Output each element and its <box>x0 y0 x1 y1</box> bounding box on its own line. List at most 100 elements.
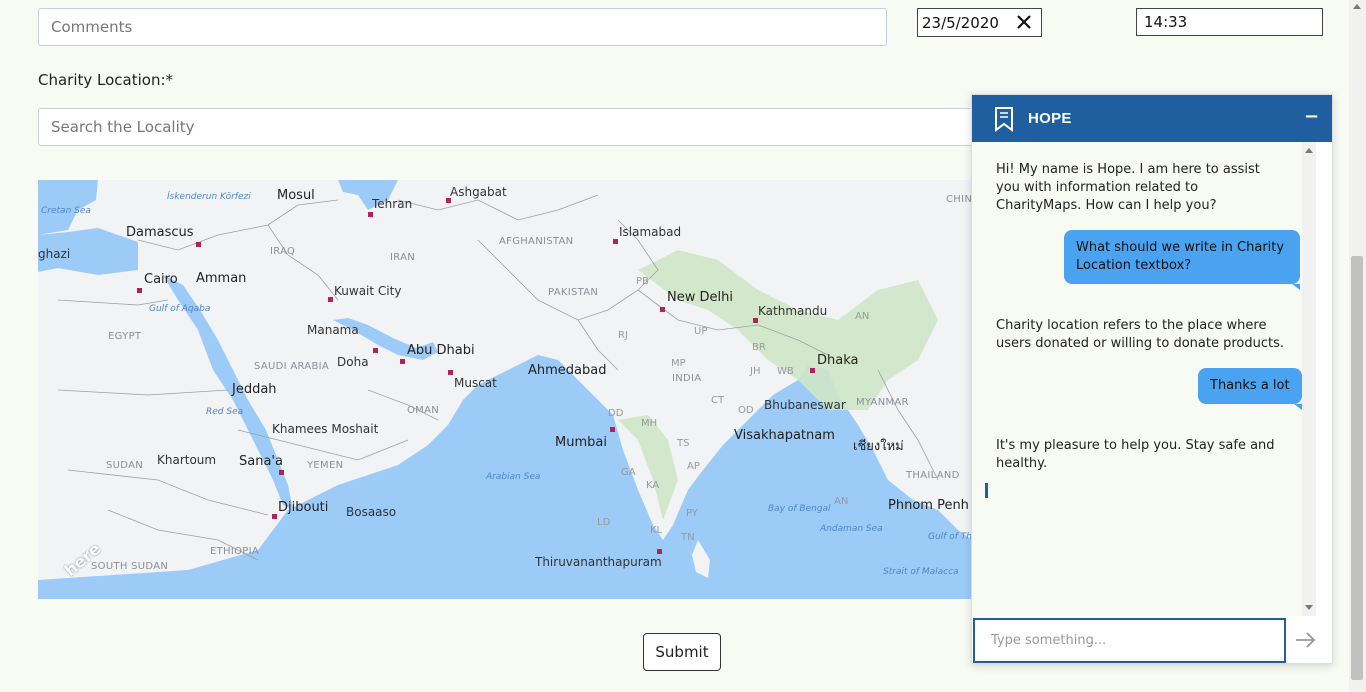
map-city-label: Tehran <box>372 197 413 211</box>
map-country-label: PAKISTAN <box>548 287 599 298</box>
map-city-label: Djibouti <box>278 500 329 515</box>
chat-scroll-down-icon[interactable] <box>1305 605 1313 610</box>
map-city-label: Amman <box>196 271 247 286</box>
map-state-label: DD <box>608 408 624 419</box>
charity-location-label: Charity Location:* <box>38 71 174 89</box>
city-marker <box>279 470 284 475</box>
map-state-label: RJ <box>618 330 628 341</box>
submit-button[interactable]: Submit <box>643 633 721 671</box>
map-sea-label: Andaman Sea <box>820 524 883 534</box>
map-sea-label: Arabian Sea <box>486 472 541 482</box>
map-city-label: Manama <box>307 323 359 337</box>
map-city-label: Phnom Penh <box>888 498 969 513</box>
map-state-label: AN <box>834 496 849 507</box>
chat-message-input[interactable] <box>973 618 1286 663</box>
map-country-label: AFGHANISTAN <box>499 236 574 247</box>
map-sea-label: Cretan Sea <box>41 206 91 216</box>
map-state-label: MH <box>641 418 658 429</box>
bot-message: Charity location refers to the place whe… <box>996 318 1285 351</box>
map-city-label: Ahmedabad <box>528 363 607 378</box>
city-marker <box>373 348 378 353</box>
page-scrollbar[interactable] <box>1349 0 1366 692</box>
bot-message: Hi! My name is Hope. I am here to assist… <box>996 162 1260 213</box>
map-city-label: ghazi <box>38 247 71 261</box>
map-sea-label: Bay of Bengal <box>768 504 831 514</box>
map-country-label: CHIN <box>946 194 972 205</box>
map-view[interactable]: CHIN Cretan Sea İskenderun Körfezi Mosul… <box>38 180 972 599</box>
map-state-label: KL <box>650 525 663 536</box>
map-country-label: THAILAND <box>906 470 960 481</box>
map-city-label: Mosul <box>277 188 315 203</box>
map-country-label: OMAN <box>407 405 440 416</box>
map-city-label: Abu Dhabi <box>407 343 475 358</box>
clear-date-icon[interactable] <box>1015 13 1033 31</box>
city-marker <box>613 239 618 244</box>
map-city-label: Kathmandu <box>758 304 828 318</box>
time-field[interactable]: 14:33 <box>1136 8 1323 36</box>
date-field[interactable]: 23/5/2020 <box>917 8 1042 37</box>
map-sea-label: Strait of Malacca <box>883 567 959 577</box>
map-country-label: IRAN <box>390 252 416 263</box>
city-marker <box>753 318 758 323</box>
locality-search-input[interactable] <box>38 108 978 146</box>
map-city-label: Bhubaneswar <box>764 398 846 412</box>
map-state-label: AP <box>687 461 700 472</box>
minimize-icon[interactable]: − <box>1304 108 1319 126</box>
map-state-label: PY <box>686 508 698 519</box>
bot-message: It's my pleasure to help you. Stay safe … <box>996 438 1275 471</box>
date-value: 23/5/2020 <box>922 13 999 32</box>
map-state-label: PB <box>636 276 649 287</box>
map-sea-label: Gulf of Thailand <box>928 532 972 542</box>
map-state-label: JH <box>750 366 761 377</box>
city-marker <box>196 242 201 247</box>
scroll-up-arrow-icon[interactable] <box>1353 4 1361 9</box>
chatbot-widget: HOPE − Hi! My name is Hope. I am here to… <box>971 94 1333 664</box>
user-message: What should we write in Charity Location… <box>1064 230 1300 290</box>
map-state-label: LD <box>597 517 611 528</box>
map-city-label: Doha <box>337 355 369 369</box>
map-city-label: Kuwait City <box>334 284 402 298</box>
map-state-label: CT <box>711 395 725 406</box>
map-sea-label: İskenderun Körfezi <box>167 192 251 202</box>
map-country-label: ETHIOPIA <box>210 546 259 557</box>
map-state-label: BR <box>752 342 766 353</box>
map-state-label: GA <box>621 467 636 478</box>
map-city-label: Damascus <box>126 225 194 240</box>
city-marker <box>657 549 662 554</box>
map-city-label: Ashgabat <box>450 185 507 199</box>
map-state-label: OD <box>738 405 754 416</box>
user-message: Thanks a lot <box>1198 368 1302 410</box>
chat-scrollbar[interactable] <box>1302 142 1316 616</box>
map-city-label: Thiruvananthapuram <box>535 555 662 569</box>
map-city-label: Muscat <box>454 376 497 390</box>
chat-title: HOPE <box>1028 110 1072 127</box>
map-city-label: เชียงใหม่ <box>853 439 904 454</box>
map-state-label: TS <box>677 438 690 449</box>
city-marker <box>448 370 453 375</box>
map-country-label: INDIA <box>672 373 702 384</box>
chat-scroll-up-icon[interactable] <box>1305 148 1313 153</box>
send-arrow-icon[interactable] <box>1294 630 1318 650</box>
map-city-label: Islamabad <box>619 225 682 239</box>
city-marker <box>446 198 451 203</box>
active-message-indicator <box>985 483 988 498</box>
map-state-label: KA <box>646 480 660 491</box>
comments-input[interactable] <box>38 8 887 46</box>
map-city-label: Khamees Moshait <box>272 422 379 436</box>
chat-messages: Hi! My name is Hope. I am here to assist… <box>972 142 1316 616</box>
chat-header: HOPE − <box>972 95 1332 142</box>
map-city-label: Sana'a <box>239 454 283 469</box>
map-country-label: SAUDI ARABIA <box>254 361 329 372</box>
map-country-label: EGYPT <box>108 331 142 342</box>
map-city-label: Dhaka <box>817 353 859 368</box>
map-city-label: Khartoum <box>157 453 217 467</box>
map-country-label: YEMEN <box>307 460 344 471</box>
map-state-label: TN <box>681 532 695 543</box>
map-country-label: SUDAN <box>106 460 144 471</box>
city-marker <box>328 297 333 302</box>
scrollbar-thumb[interactable] <box>1351 256 1363 680</box>
city-marker <box>137 288 142 293</box>
map-city-label: New Delhi <box>667 290 733 305</box>
map-country-label: IRAQ <box>270 246 296 257</box>
city-marker <box>272 514 277 519</box>
